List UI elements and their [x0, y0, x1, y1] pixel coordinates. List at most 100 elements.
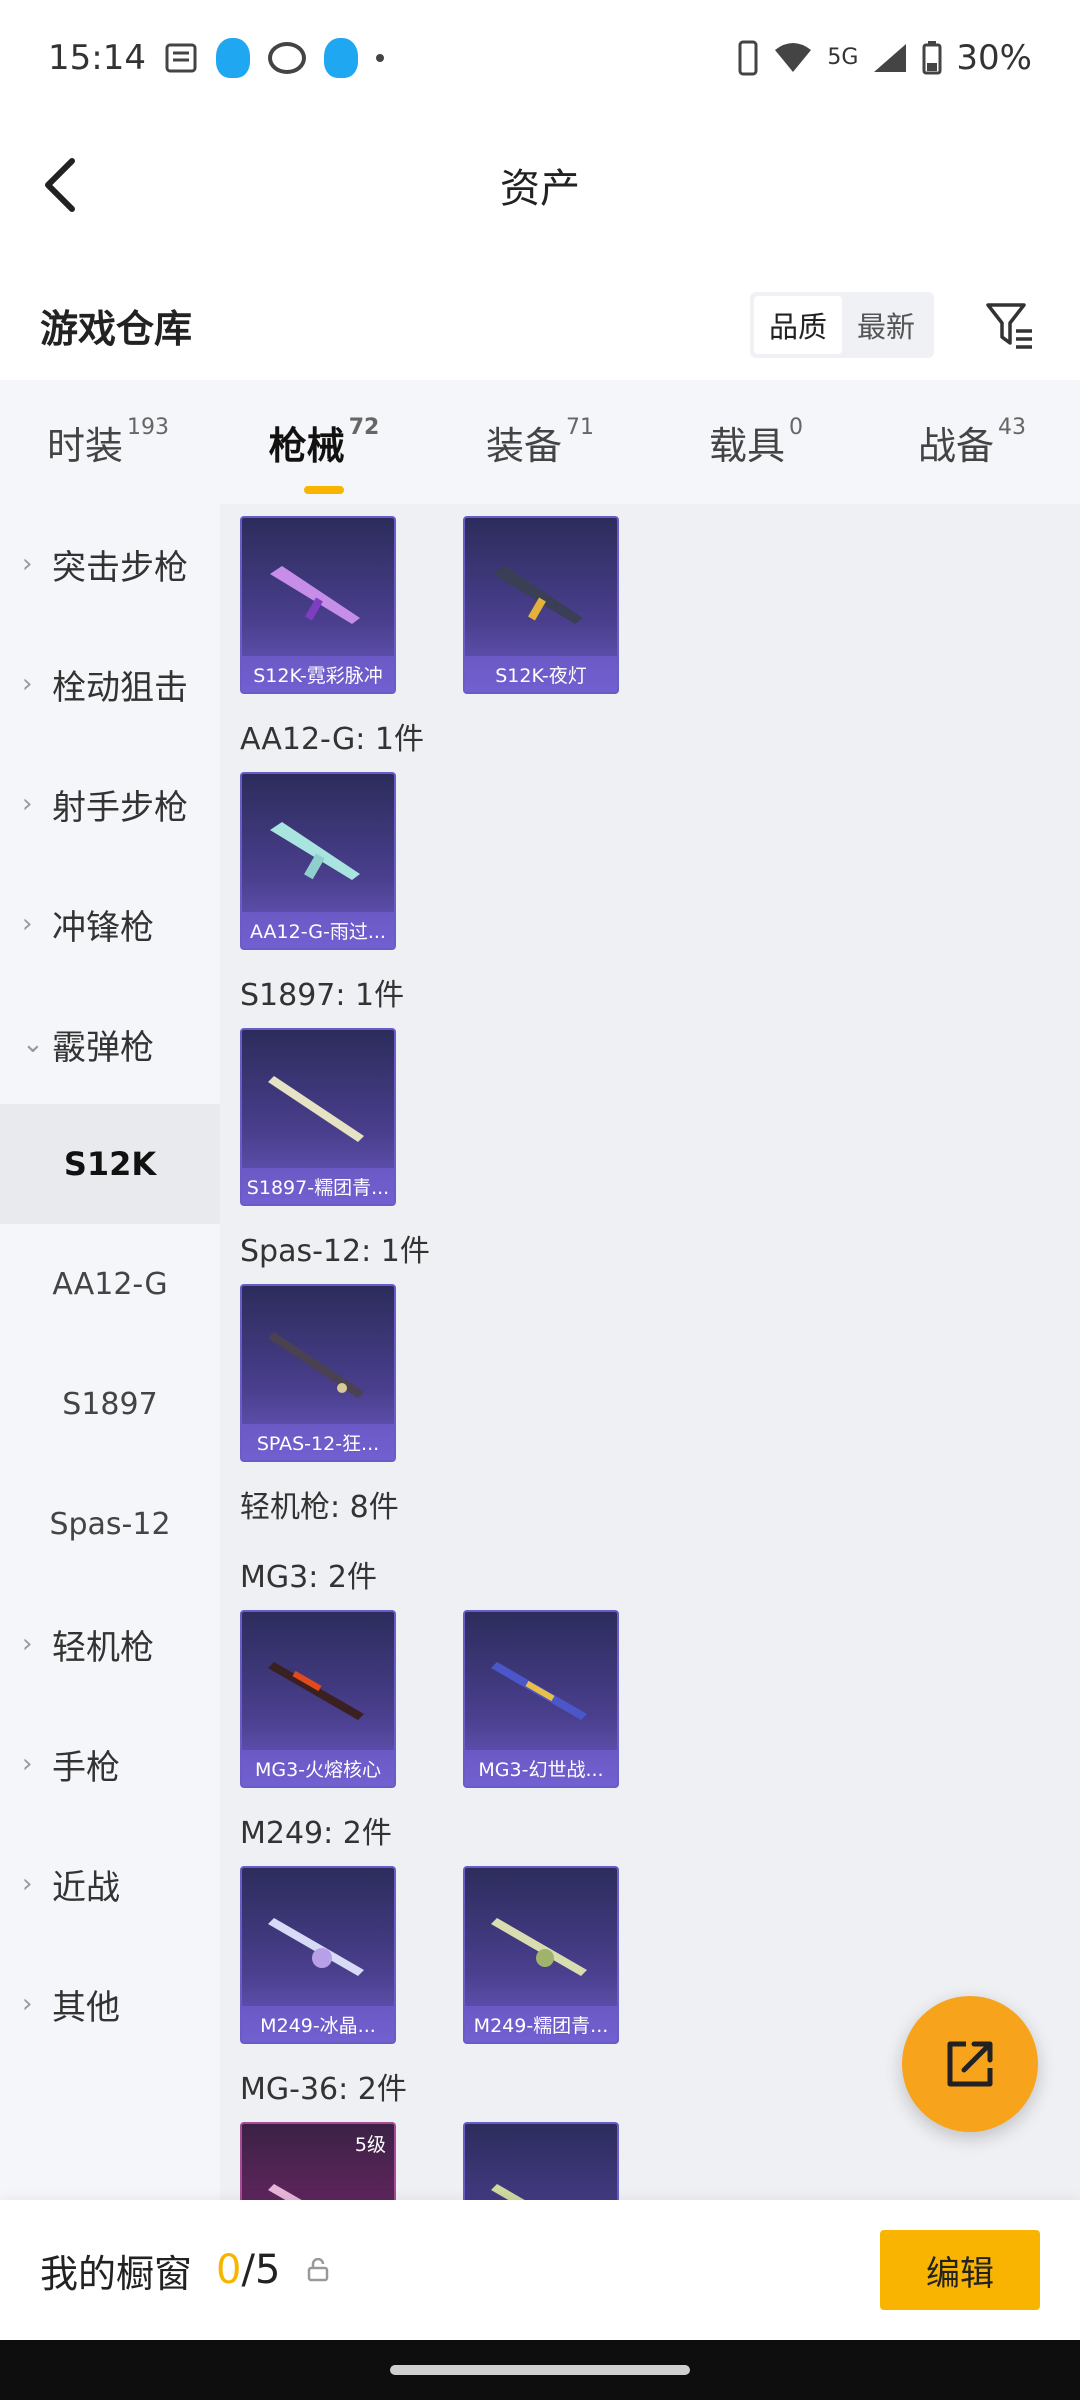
warehouse-title: 游戏仓库	[40, 306, 193, 351]
sidebar-item-marksman-rifle[interactable]: › 射手步枪	[0, 744, 220, 864]
weapon-card[interactable]: MG3-幻世战...	[463, 1610, 619, 1788]
tab-fashion[interactable]: 时装 193	[0, 415, 216, 470]
sidebar-item-assault-rifle[interactable]: › 突击步枪	[0, 504, 220, 624]
tab-label: 枪械	[268, 423, 345, 468]
weapon-grid: S12K-霓彩脉冲 S12K-夜灯 AA12-G: 1件 AA12-G-雨过..…	[220, 504, 1080, 2200]
sidebar-item-label: 轻机枪	[52, 1627, 154, 1668]
group-label: 轻机枪: 8件	[240, 1490, 399, 1525]
weapon-card-name: MG3-火熔核心	[242, 1750, 394, 1786]
weapon-card[interactable]: S12K-霓彩脉冲	[240, 516, 396, 694]
tab-supplies[interactable]: 战备 43	[864, 415, 1080, 470]
card-row: AA12-G-雨过...	[240, 772, 1080, 950]
tab-count: 43	[998, 414, 1026, 440]
share-external-icon	[947, 2041, 993, 2087]
filter-icon	[986, 303, 1032, 349]
page-title: 资产	[500, 166, 580, 212]
more-notifications-icon	[375, 53, 384, 62]
card-row: MG3-火熔核心 MG3-幻世战...	[240, 1610, 1080, 1788]
tab-count: 72	[348, 414, 380, 440]
weapon-card-name: S12K-夜灯	[465, 656, 617, 692]
tab-equipment[interactable]: 装备 71	[432, 415, 648, 470]
chevron-right-icon: ›	[22, 1989, 33, 2019]
card-row: SPAS-12-狂...	[240, 1284, 1080, 1462]
lock-icon	[308, 2258, 329, 2282]
home-indicator[interactable]	[390, 2365, 690, 2375]
message-icon	[164, 41, 198, 75]
tab-label: 载具	[708, 423, 785, 468]
chevron-left-icon	[45, 158, 75, 212]
chevron-right-icon: ›	[22, 789, 33, 819]
weapon-skin-icon	[491, 2184, 525, 2200]
chevron-right-icon: ›	[22, 549, 33, 579]
sidebar-sub-aa12g[interactable]: AA12-G	[0, 1224, 220, 1344]
wifi-icon	[773, 42, 813, 74]
sidebar-item-other[interactable]: › 其他	[0, 1944, 220, 2064]
sidebar-item-melee[interactable]: › 近战	[0, 1824, 220, 1944]
weapon-card[interactable]	[463, 2122, 619, 2200]
sidebar-item-bolt-sniper[interactable]: › 栓动狙击	[0, 624, 220, 744]
group-label: S1897: 1件	[240, 978, 405, 1013]
header: 资产	[0, 115, 1080, 255]
sidebar-item-label: 冲锋枪	[52, 907, 154, 948]
status-time: 15:14	[48, 37, 146, 78]
tab-vehicles[interactable]: 载具 0	[648, 415, 864, 470]
weapon-card[interactable]: SPAS-12-狂...	[240, 1284, 396, 1462]
weapon-card[interactable]: M249-糯团青...	[463, 1866, 619, 2044]
weapon-skin-icon	[491, 1662, 587, 1720]
back-button[interactable]	[30, 155, 90, 215]
sidebar-sub-spas12[interactable]: Spas-12	[0, 1464, 220, 1584]
showcase-current: 0	[216, 2247, 242, 2293]
sort-newest-button[interactable]: 最新	[842, 296, 930, 354]
weapon-card[interactable]: 5级	[240, 2122, 396, 2200]
filter-button[interactable]	[980, 295, 1040, 355]
sidebar-item-smg[interactable]: › 冲锋枪	[0, 864, 220, 984]
showcase-count: 0/5	[216, 2247, 280, 2293]
tab-firearms[interactable]: 枪械 72	[216, 415, 432, 470]
group-label: MG3: 2件	[240, 1560, 377, 1595]
qq-icon-2	[323, 37, 358, 78]
weapon-card-name: SPAS-12-狂...	[242, 1424, 394, 1460]
category-tabs: 时装 193 枪械 72 装备 71 载具 0 战备 43	[0, 380, 1080, 504]
weapon-card-name: S1897-糯团青...	[242, 1168, 394, 1204]
sidebar-item-label: 突击步枪	[52, 547, 188, 588]
sort-toggle: 品质 最新	[750, 292, 934, 358]
sidebar-item-label: 射手步枪	[52, 787, 188, 828]
chevron-down-icon: ⌄	[22, 1029, 44, 1059]
weapon-skin-icon	[268, 1076, 364, 1142]
showcase-bar: 我的橱窗 0/5 编辑	[0, 2200, 1080, 2340]
showcase-total: /5	[241, 2247, 281, 2293]
sidebar-item-label: 栓动狙击	[52, 667, 188, 708]
weapon-card[interactable]: S12K-夜灯	[463, 516, 619, 694]
signal-icon	[872, 42, 908, 74]
sort-quality-button[interactable]: 品质	[754, 296, 842, 354]
card-row: S1897-糯团青...	[240, 1028, 1080, 1206]
card-row: S12K-霓彩脉冲 S12K-夜灯	[240, 516, 1080, 694]
weapon-skin-icon	[270, 822, 360, 880]
group-label: Spas-12: 1件	[240, 1234, 430, 1269]
edit-button[interactable]: 编辑	[880, 2230, 1040, 2310]
qq-icon	[215, 37, 250, 78]
weapon-skin-icon	[270, 566, 360, 624]
sidebar-item-shotgun[interactable]: ⌄ 霰弹枪	[0, 984, 220, 1104]
share-fab-button[interactable]	[902, 1996, 1038, 2132]
chevron-right-icon: ›	[22, 1749, 33, 1779]
sidebar-sub-s12k[interactable]: S12K	[0, 1104, 220, 1224]
weapon-card[interactable]: MG3-火熔核心	[240, 1610, 396, 1788]
chevron-right-icon: ›	[22, 1869, 33, 1899]
tab-count: 71	[566, 414, 594, 440]
weapon-skin-icon	[491, 1918, 587, 1976]
weapon-card-name: AA12-G-雨过...	[242, 912, 394, 948]
weapon-card[interactable]: S1897-糯团青...	[240, 1028, 396, 1206]
weapon-skin-icon	[493, 566, 583, 624]
sidebar-item-lmg[interactable]: › 轻机枪	[0, 1584, 220, 1704]
sidebar-item-label: 霰弹枪	[52, 1027, 154, 1068]
weapon-card-name: MG3-幻世战...	[465, 1750, 617, 1786]
system-nav-bar	[0, 2340, 1080, 2400]
tab-count: 0	[789, 414, 803, 440]
weapon-card[interactable]: M249-冰晶...	[240, 1866, 396, 2044]
wechat-icon	[267, 41, 306, 74]
chevron-right-icon: ›	[22, 669, 33, 699]
sidebar-sub-s1897[interactable]: S1897	[0, 1344, 220, 1464]
weapon-card[interactable]: AA12-G-雨过...	[240, 772, 396, 950]
sidebar-item-pistol[interactable]: › 手枪	[0, 1704, 220, 1824]
